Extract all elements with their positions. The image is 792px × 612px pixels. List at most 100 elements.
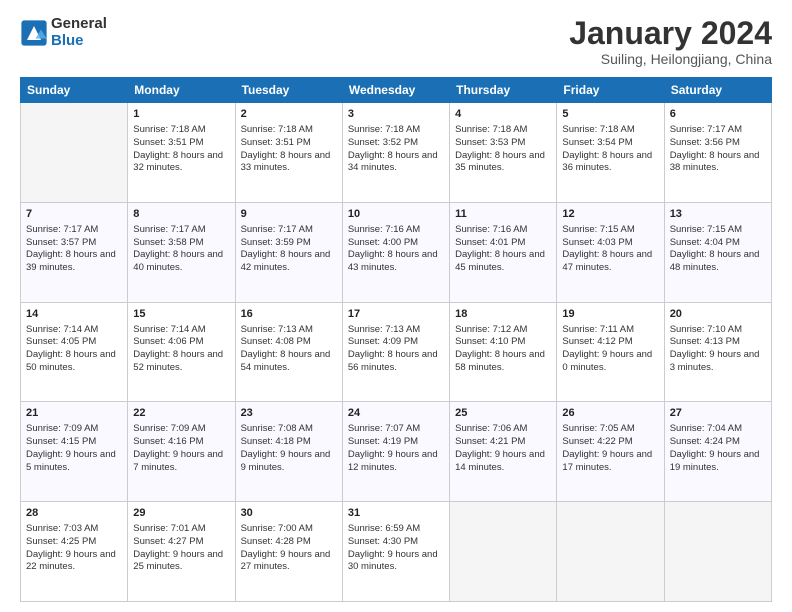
sunrise: Sunrise: 7:07 AM	[348, 423, 420, 434]
sunrise: Sunrise: 7:11 AM	[562, 324, 634, 335]
daylight: Daylight: 8 hours and 58 minutes.	[455, 349, 545, 373]
sunrise: Sunrise: 7:12 AM	[455, 324, 527, 335]
sunrise: Sunrise: 7:18 AM	[241, 124, 313, 135]
day-number: 30	[241, 506, 337, 521]
sunset: Sunset: 4:06 PM	[133, 336, 203, 347]
daylight: Daylight: 9 hours and 3 minutes.	[670, 349, 760, 373]
sunset: Sunset: 4:27 PM	[133, 536, 203, 547]
sunrise: Sunrise: 7:09 AM	[26, 423, 98, 434]
col-monday: Monday	[128, 78, 235, 103]
sunset: Sunset: 4:18 PM	[241, 436, 311, 447]
day-number: 29	[133, 506, 229, 521]
day-number: 22	[133, 406, 229, 421]
sunrise: Sunrise: 7:18 AM	[455, 124, 527, 135]
sunrise: Sunrise: 7:03 AM	[26, 523, 98, 534]
sunset: Sunset: 3:54 PM	[562, 137, 632, 148]
day-number: 23	[241, 406, 337, 421]
sunrise: Sunrise: 7:00 AM	[241, 523, 313, 534]
sunset: Sunset: 4:00 PM	[348, 237, 418, 248]
daylight: Daylight: 8 hours and 42 minutes.	[241, 249, 331, 273]
daylight: Daylight: 9 hours and 17 minutes.	[562, 449, 652, 473]
calendar: Sunday Monday Tuesday Wednesday Thursday…	[20, 77, 772, 602]
week-row-1: 1Sunrise: 7:18 AMSunset: 3:51 PMDaylight…	[21, 103, 772, 203]
day-number: 18	[455, 307, 551, 322]
day-number: 9	[241, 207, 337, 222]
sunset: Sunset: 4:25 PM	[26, 536, 96, 547]
sunrise: Sunrise: 7:13 AM	[348, 324, 420, 335]
daylight: Daylight: 8 hours and 48 minutes.	[670, 249, 760, 273]
daylight: Daylight: 9 hours and 5 minutes.	[26, 449, 116, 473]
cell-week5-day5	[557, 502, 664, 602]
sunrise: Sunrise: 7:18 AM	[133, 124, 205, 135]
cell-week2-day4: 11Sunrise: 7:16 AMSunset: 4:01 PMDayligh…	[450, 202, 557, 302]
daylight: Daylight: 9 hours and 9 minutes.	[241, 449, 331, 473]
sunrise: Sunrise: 7:13 AM	[241, 324, 313, 335]
cell-week1-day6: 6Sunrise: 7:17 AMSunset: 3:56 PMDaylight…	[664, 103, 771, 203]
day-number: 14	[26, 307, 122, 322]
daylight: Daylight: 9 hours and 30 minutes.	[348, 549, 438, 573]
cell-week4-day6: 27Sunrise: 7:04 AMSunset: 4:24 PMDayligh…	[664, 402, 771, 502]
sunset: Sunset: 4:28 PM	[241, 536, 311, 547]
daylight: Daylight: 9 hours and 0 minutes.	[562, 349, 652, 373]
sunset: Sunset: 4:08 PM	[241, 336, 311, 347]
day-number: 17	[348, 307, 444, 322]
day-number: 26	[562, 406, 658, 421]
sunset: Sunset: 4:21 PM	[455, 436, 525, 447]
day-number: 5	[562, 107, 658, 122]
daylight: Daylight: 8 hours and 32 minutes.	[133, 150, 223, 174]
daylight: Daylight: 8 hours and 54 minutes.	[241, 349, 331, 373]
daylight: Daylight: 8 hours and 47 minutes.	[562, 249, 652, 273]
sunrise: Sunrise: 7:15 AM	[670, 224, 742, 235]
cell-week5-day4	[450, 502, 557, 602]
cell-week2-day6: 13Sunrise: 7:15 AMSunset: 4:04 PMDayligh…	[664, 202, 771, 302]
daylight: Daylight: 9 hours and 7 minutes.	[133, 449, 223, 473]
sunrise: Sunrise: 7:08 AM	[241, 423, 313, 434]
main-title: January 2024	[569, 16, 772, 51]
cell-week1-day5: 5Sunrise: 7:18 AMSunset: 3:54 PMDaylight…	[557, 103, 664, 203]
daylight: Daylight: 8 hours and 56 minutes.	[348, 349, 438, 373]
day-number: 4	[455, 107, 551, 122]
cell-week3-day3: 17Sunrise: 7:13 AMSunset: 4:09 PMDayligh…	[342, 302, 449, 402]
sunset: Sunset: 3:53 PM	[455, 137, 525, 148]
cell-week3-day5: 19Sunrise: 7:11 AMSunset: 4:12 PMDayligh…	[557, 302, 664, 402]
day-number: 15	[133, 307, 229, 322]
daylight: Daylight: 9 hours and 27 minutes.	[241, 549, 331, 573]
sunrise: Sunrise: 7:04 AM	[670, 423, 742, 434]
day-number: 12	[562, 207, 658, 222]
day-number: 8	[133, 207, 229, 222]
logo-icon	[20, 19, 48, 47]
cell-week4-day4: 25Sunrise: 7:06 AMSunset: 4:21 PMDayligh…	[450, 402, 557, 502]
daylight: Daylight: 8 hours and 38 minutes.	[670, 150, 760, 174]
day-number: 3	[348, 107, 444, 122]
cell-week5-day0: 28Sunrise: 7:03 AMSunset: 4:25 PMDayligh…	[21, 502, 128, 602]
page: General Blue January 2024 Suiling, Heilo…	[0, 0, 792, 612]
calendar-body: 1Sunrise: 7:18 AMSunset: 3:51 PMDaylight…	[21, 103, 772, 602]
day-number: 1	[133, 107, 229, 122]
sunrise: Sunrise: 7:16 AM	[348, 224, 420, 235]
sunset: Sunset: 3:56 PM	[670, 137, 740, 148]
sunset: Sunset: 4:15 PM	[26, 436, 96, 447]
cell-week5-day3: 31Sunrise: 6:59 AMSunset: 4:30 PMDayligh…	[342, 502, 449, 602]
col-saturday: Saturday	[664, 78, 771, 103]
sunset: Sunset: 3:57 PM	[26, 237, 96, 248]
logo-text: General Blue	[51, 16, 107, 49]
cell-week2-day0: 7Sunrise: 7:17 AMSunset: 3:57 PMDaylight…	[21, 202, 128, 302]
cell-week1-day2: 2Sunrise: 7:18 AMSunset: 3:51 PMDaylight…	[235, 103, 342, 203]
sunrise: Sunrise: 7:06 AM	[455, 423, 527, 434]
cell-week4-day1: 22Sunrise: 7:09 AMSunset: 4:16 PMDayligh…	[128, 402, 235, 502]
day-number: 21	[26, 406, 122, 421]
logo: General Blue	[20, 16, 107, 49]
cell-week3-day2: 16Sunrise: 7:13 AMSunset: 4:08 PMDayligh…	[235, 302, 342, 402]
daylight: Daylight: 9 hours and 12 minutes.	[348, 449, 438, 473]
sunrise: Sunrise: 7:18 AM	[562, 124, 634, 135]
sunrise: Sunrise: 7:10 AM	[670, 324, 742, 335]
day-number: 20	[670, 307, 766, 322]
day-number: 2	[241, 107, 337, 122]
cell-week4-day5: 26Sunrise: 7:05 AMSunset: 4:22 PMDayligh…	[557, 402, 664, 502]
title-block: January 2024 Suiling, Heilongjiang, Chin…	[569, 16, 772, 67]
week-row-2: 7Sunrise: 7:17 AMSunset: 3:57 PMDaylight…	[21, 202, 772, 302]
sunrise: Sunrise: 7:17 AM	[241, 224, 313, 235]
daylight: Daylight: 8 hours and 35 minutes.	[455, 150, 545, 174]
daylight: Daylight: 9 hours and 22 minutes.	[26, 549, 116, 573]
cell-week3-day0: 14Sunrise: 7:14 AMSunset: 4:05 PMDayligh…	[21, 302, 128, 402]
